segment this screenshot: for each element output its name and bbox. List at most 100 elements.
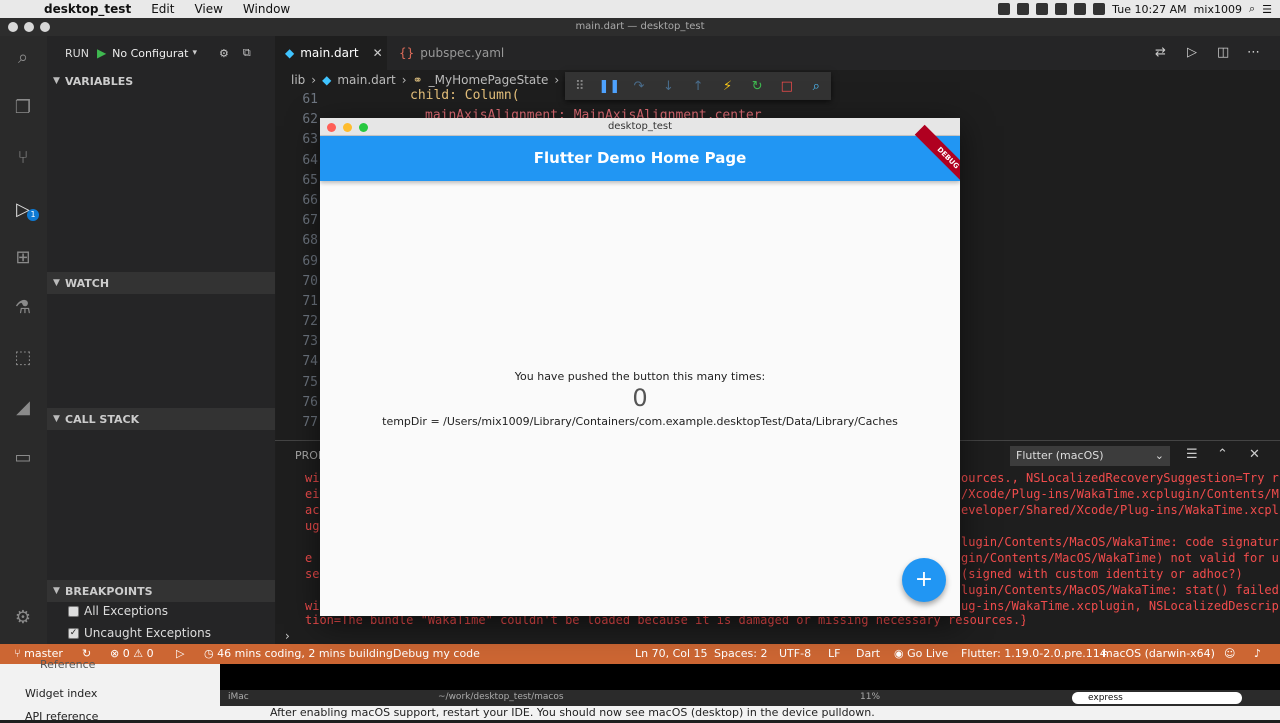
flutter-close-button[interactable] [327,123,336,132]
macos-menubar: desktop_test Edit View Window Tue 10:27 … [0,0,1280,18]
counter-message: You have pushed the button this many tim… [514,370,766,383]
drag-handle-icon[interactable]: ⠿ [565,79,595,94]
close-icon[interactable]: ✕ [373,46,383,60]
bell-icon[interactable]: ♪ [1254,647,1261,660]
restart-icon[interactable]: ↻ [742,79,772,94]
indentation-item[interactable]: Spaces: 2 [714,647,767,660]
devtools-icon[interactable]: ⌕ [802,79,832,94]
compare-changes-icon[interactable]: ⇄ [1155,45,1166,60]
step-over-icon[interactable]: ↷ [624,79,654,94]
line-number: 64 [302,152,318,168]
wakatime-item[interactable]: ◷ 46 mins coding, 2 mins building [204,647,393,660]
step-out-icon[interactable]: ↑ [683,79,713,94]
app-bar-title: Flutter Demo Home Page [320,136,960,181]
breadcrumb-lib[interactable]: lib [291,73,305,87]
call-stack-header[interactable]: ▼ CALL STACK [47,408,275,430]
menubar-user[interactable]: mix1009 [1194,3,1242,16]
spotlight-icon[interactable]: ⌕ [1249,2,1255,16]
cursor-position-item[interactable]: Ln 70, Col 15 [635,647,708,660]
stop-icon[interactable]: □ [772,79,802,94]
code-line-61[interactable]: child: Column( [410,88,520,103]
menu-window[interactable]: Window [233,2,300,16]
tray-wifi-icon[interactable] [1055,3,1068,15]
increment-fab[interactable]: + [902,558,946,602]
debug-my-code-item[interactable]: Debug my code [393,647,480,660]
breakpoints-header[interactable]: ▼ BREAKPOINTS [47,580,275,602]
encoding-item[interactable]: UTF-8 [779,647,811,660]
run-icon[interactable]: ▷ [176,647,184,660]
more-actions-icon[interactable]: ⋯ [1247,45,1260,60]
menu-edit[interactable]: Edit [141,2,184,16]
language-item[interactable]: Dart [856,647,880,660]
close-icon[interactable]: ✕ [1249,447,1260,462]
sidebar-link-api-reference[interactable]: API reference [25,710,98,723]
run-toolbar: RUN ▶ No Configurat ▾ ⚙ ⧉ [47,36,275,70]
split-editor-icon[interactable]: ◫ [1217,45,1229,60]
breadcrumb-file[interactable]: main.dart [337,73,395,87]
settings-gear-icon[interactable]: ⚙ [11,606,35,630]
bookmark-icon[interactable]: ⬚ [11,346,35,370]
chevron-up-icon[interactable]: ⌃ [1217,447,1228,462]
step-into-icon[interactable]: ↓ [654,79,684,94]
tab-pubspec[interactable]: {} pubspec.yaml [389,36,509,70]
extensions-icon[interactable]: ⊞ [11,246,35,270]
chevron-down-icon: ▼ [53,586,60,596]
testing-icon[interactable]: ⚗ [11,296,35,320]
output-channel-select[interactable]: Flutter (macOS) ⌄ [1010,446,1170,466]
window-minimize-button[interactable] [24,22,34,32]
problems-item[interactable]: ⊗ 0 ⚠ 0 [110,647,154,660]
chevron-down-icon[interactable]: ▾ [192,48,197,58]
notification-center-icon[interactable]: ☰ [1262,3,1272,16]
menu-app-name[interactable]: desktop_test [34,2,141,16]
tray-dropbox-icon[interactable] [1036,3,1049,15]
line-number: 70 [302,273,318,289]
chevron-right-icon: › [554,73,560,87]
breakpoint-uncaught-exceptions[interactable]: ✓ Uncaught Exceptions [68,623,211,643]
chevron-right-icon[interactable]: › [285,629,290,643]
menubar-clock[interactable]: Tue 10:27 AM [1112,3,1187,16]
tray-app-icon[interactable] [1017,3,1030,15]
hot-reload-icon[interactable]: ⚡ [713,79,743,94]
terminal-search-input[interactable]: express [1072,692,1242,704]
breakpoint-all-exceptions[interactable]: All Exceptions [68,601,168,621]
source-control-icon[interactable]: ⑂ [11,146,35,170]
checkbox-unchecked[interactable] [68,605,79,617]
menu-view[interactable]: View [184,2,232,16]
tray-input-icon[interactable] [1093,3,1106,15]
line-number-gutter: 61 62 63 64 65 66 67 68 69 70 71 72 73 7… [275,90,320,440]
search-icon[interactable]: ⌕ [11,46,35,70]
launch-config-select[interactable]: No Configurat [112,47,188,60]
flutter-minimize-button[interactable] [343,123,352,132]
line-number: 76 [302,394,318,410]
feedback-icon[interactable]: ☺ [1224,647,1235,660]
debug-console-icon[interactable]: ⧉ [243,46,251,60]
variables-header[interactable]: ▼ VARIABLES [47,70,275,92]
folder-icon[interactable]: ▭ [11,446,35,470]
flutter-zoom-button[interactable] [359,123,368,132]
sidebar-link-widget-index[interactable]: Widget index [25,687,97,700]
window-zoom-button[interactable] [40,22,50,32]
line-number: 71 [302,293,318,309]
line-number: 72 [302,314,318,330]
tab-main-dart[interactable]: ◆ main.dart ✕ [275,36,387,70]
start-debugging-icon[interactable]: ▶ [97,46,106,60]
device-item[interactable]: macOS (darwin-x64) [1102,647,1215,660]
explorer-icon[interactable]: ❐ [11,96,35,120]
eol-item[interactable]: LF [828,647,840,660]
gear-icon[interactable]: ⚙ [219,47,229,60]
window-close-button[interactable] [8,22,18,32]
go-live-item[interactable]: ◉ Go Live [894,647,948,660]
pause-icon[interactable]: ❚❚ [595,79,625,94]
list-icon[interactable]: ☰ [1186,447,1198,462]
editor-right-area[interactable] [960,90,1280,440]
run-file-icon[interactable]: ▷ [1187,45,1197,60]
checkbox-checked[interactable]: ✓ [68,627,79,639]
tray-record-icon[interactable] [998,3,1011,15]
output-line: lugin/Contents/MacOS/WakaTime: stat() fa… [961,583,1279,597]
flutter-icon[interactable]: ◢ [11,396,35,420]
tray-volume-icon[interactable] [1074,3,1087,15]
flutter-version-item[interactable]: Flutter: 1.19.0-2.0.pre.114 [961,647,1107,660]
watch-header[interactable]: ▼ WATCH [47,272,275,294]
sidebar-link-reference[interactable]: Reference [40,658,95,671]
breadcrumb-class[interactable]: _MyHomePageState [429,73,549,87]
